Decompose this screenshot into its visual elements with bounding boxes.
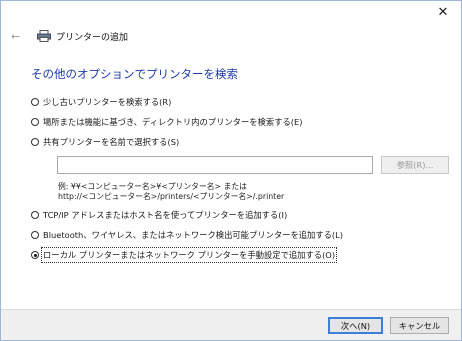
option-label[interactable]: 場所または機能に基づき、ディレクトリ内のプリンターを検索する(E) [43, 116, 302, 128]
option-older-printer[interactable]: 少し古いプリンターを検索する(R) [31, 95, 451, 109]
option-local-manual[interactable]: ローカル プリンターまたはネットワーク プリンターを手動設定で追加する(O) [31, 247, 451, 263]
search-options-group-2: TCP/IP アドレスまたはホスト名を使ってプリンターを追加する(I) Blue… [31, 208, 451, 263]
add-printer-dialog: ✕ ← プリンターの追加 その他のオプションでプリンターを検索 少し古いプリンタ… [0, 0, 462, 341]
radio-button[interactable] [31, 98, 39, 106]
page-heading: その他のオプションでプリンターを検索 [31, 67, 238, 81]
cancel-button[interactable]: キャンセル [390, 317, 449, 334]
radio-button[interactable] [31, 138, 39, 146]
search-options-group: 少し古いプリンターを検索する(R) 場所または機能に基づき、ディレクトリ内のプリ… [31, 95, 451, 149]
radio-button[interactable] [31, 211, 39, 219]
window-title: プリンターの追加 [56, 32, 129, 43]
dialog-footer: 次へ(N) キャンセル [1, 309, 461, 340]
option-shared-printer[interactable]: 共有プリンターを名前で選択する(S) [31, 135, 451, 149]
option-label[interactable]: 共有プリンターを名前で選択する(S) [43, 136, 179, 148]
shared-printer-input[interactable] [57, 156, 373, 174]
close-button[interactable]: ✕ [435, 5, 451, 21]
back-button[interactable]: ← [11, 30, 25, 43]
next-button[interactable]: 次へ(N) [328, 317, 383, 334]
radio-button[interactable] [31, 231, 39, 239]
radio-button-selected[interactable] [31, 251, 39, 259]
dialog-header: ← プリンターの追加 [11, 28, 128, 44]
option-label[interactable]: 少し古いプリンターを検索する(R) [43, 96, 171, 108]
shared-printer-example: 例: ¥¥<コンピューター名>¥<プリンター名> または http://<コンピ… [58, 182, 284, 202]
option-label[interactable]: ローカル プリンターまたはネットワーク プリンターを手動設定で追加する(O) [40, 247, 338, 263]
printer-icon [37, 30, 51, 42]
radio-button[interactable] [31, 118, 39, 126]
example-line-1: 例: ¥¥<コンピューター名>¥<プリンター名> または [58, 182, 247, 191]
browse-button[interactable]: 参照(R)... [381, 156, 449, 174]
option-bluetooth-wireless[interactable]: Bluetooth、ワイヤレス、またはネットワーク検出可能プリンターを追加する(… [31, 228, 451, 242]
option-directory-search[interactable]: 場所または機能に基づき、ディレクトリ内のプリンターを検索する(E) [31, 115, 451, 129]
option-tcpip[interactable]: TCP/IP アドレスまたはホスト名を使ってプリンターを追加する(I) [31, 208, 451, 222]
option-label[interactable]: TCP/IP アドレスまたはホスト名を使ってプリンターを追加する(I) [43, 209, 287, 221]
example-line-2: http://<コンピューター名>/printers/<プリンター名>/.pri… [58, 192, 285, 201]
shared-printer-row: 参照(R)... [57, 156, 449, 174]
option-label[interactable]: Bluetooth、ワイヤレス、またはネットワーク検出可能プリンターを追加する(… [43, 229, 343, 241]
